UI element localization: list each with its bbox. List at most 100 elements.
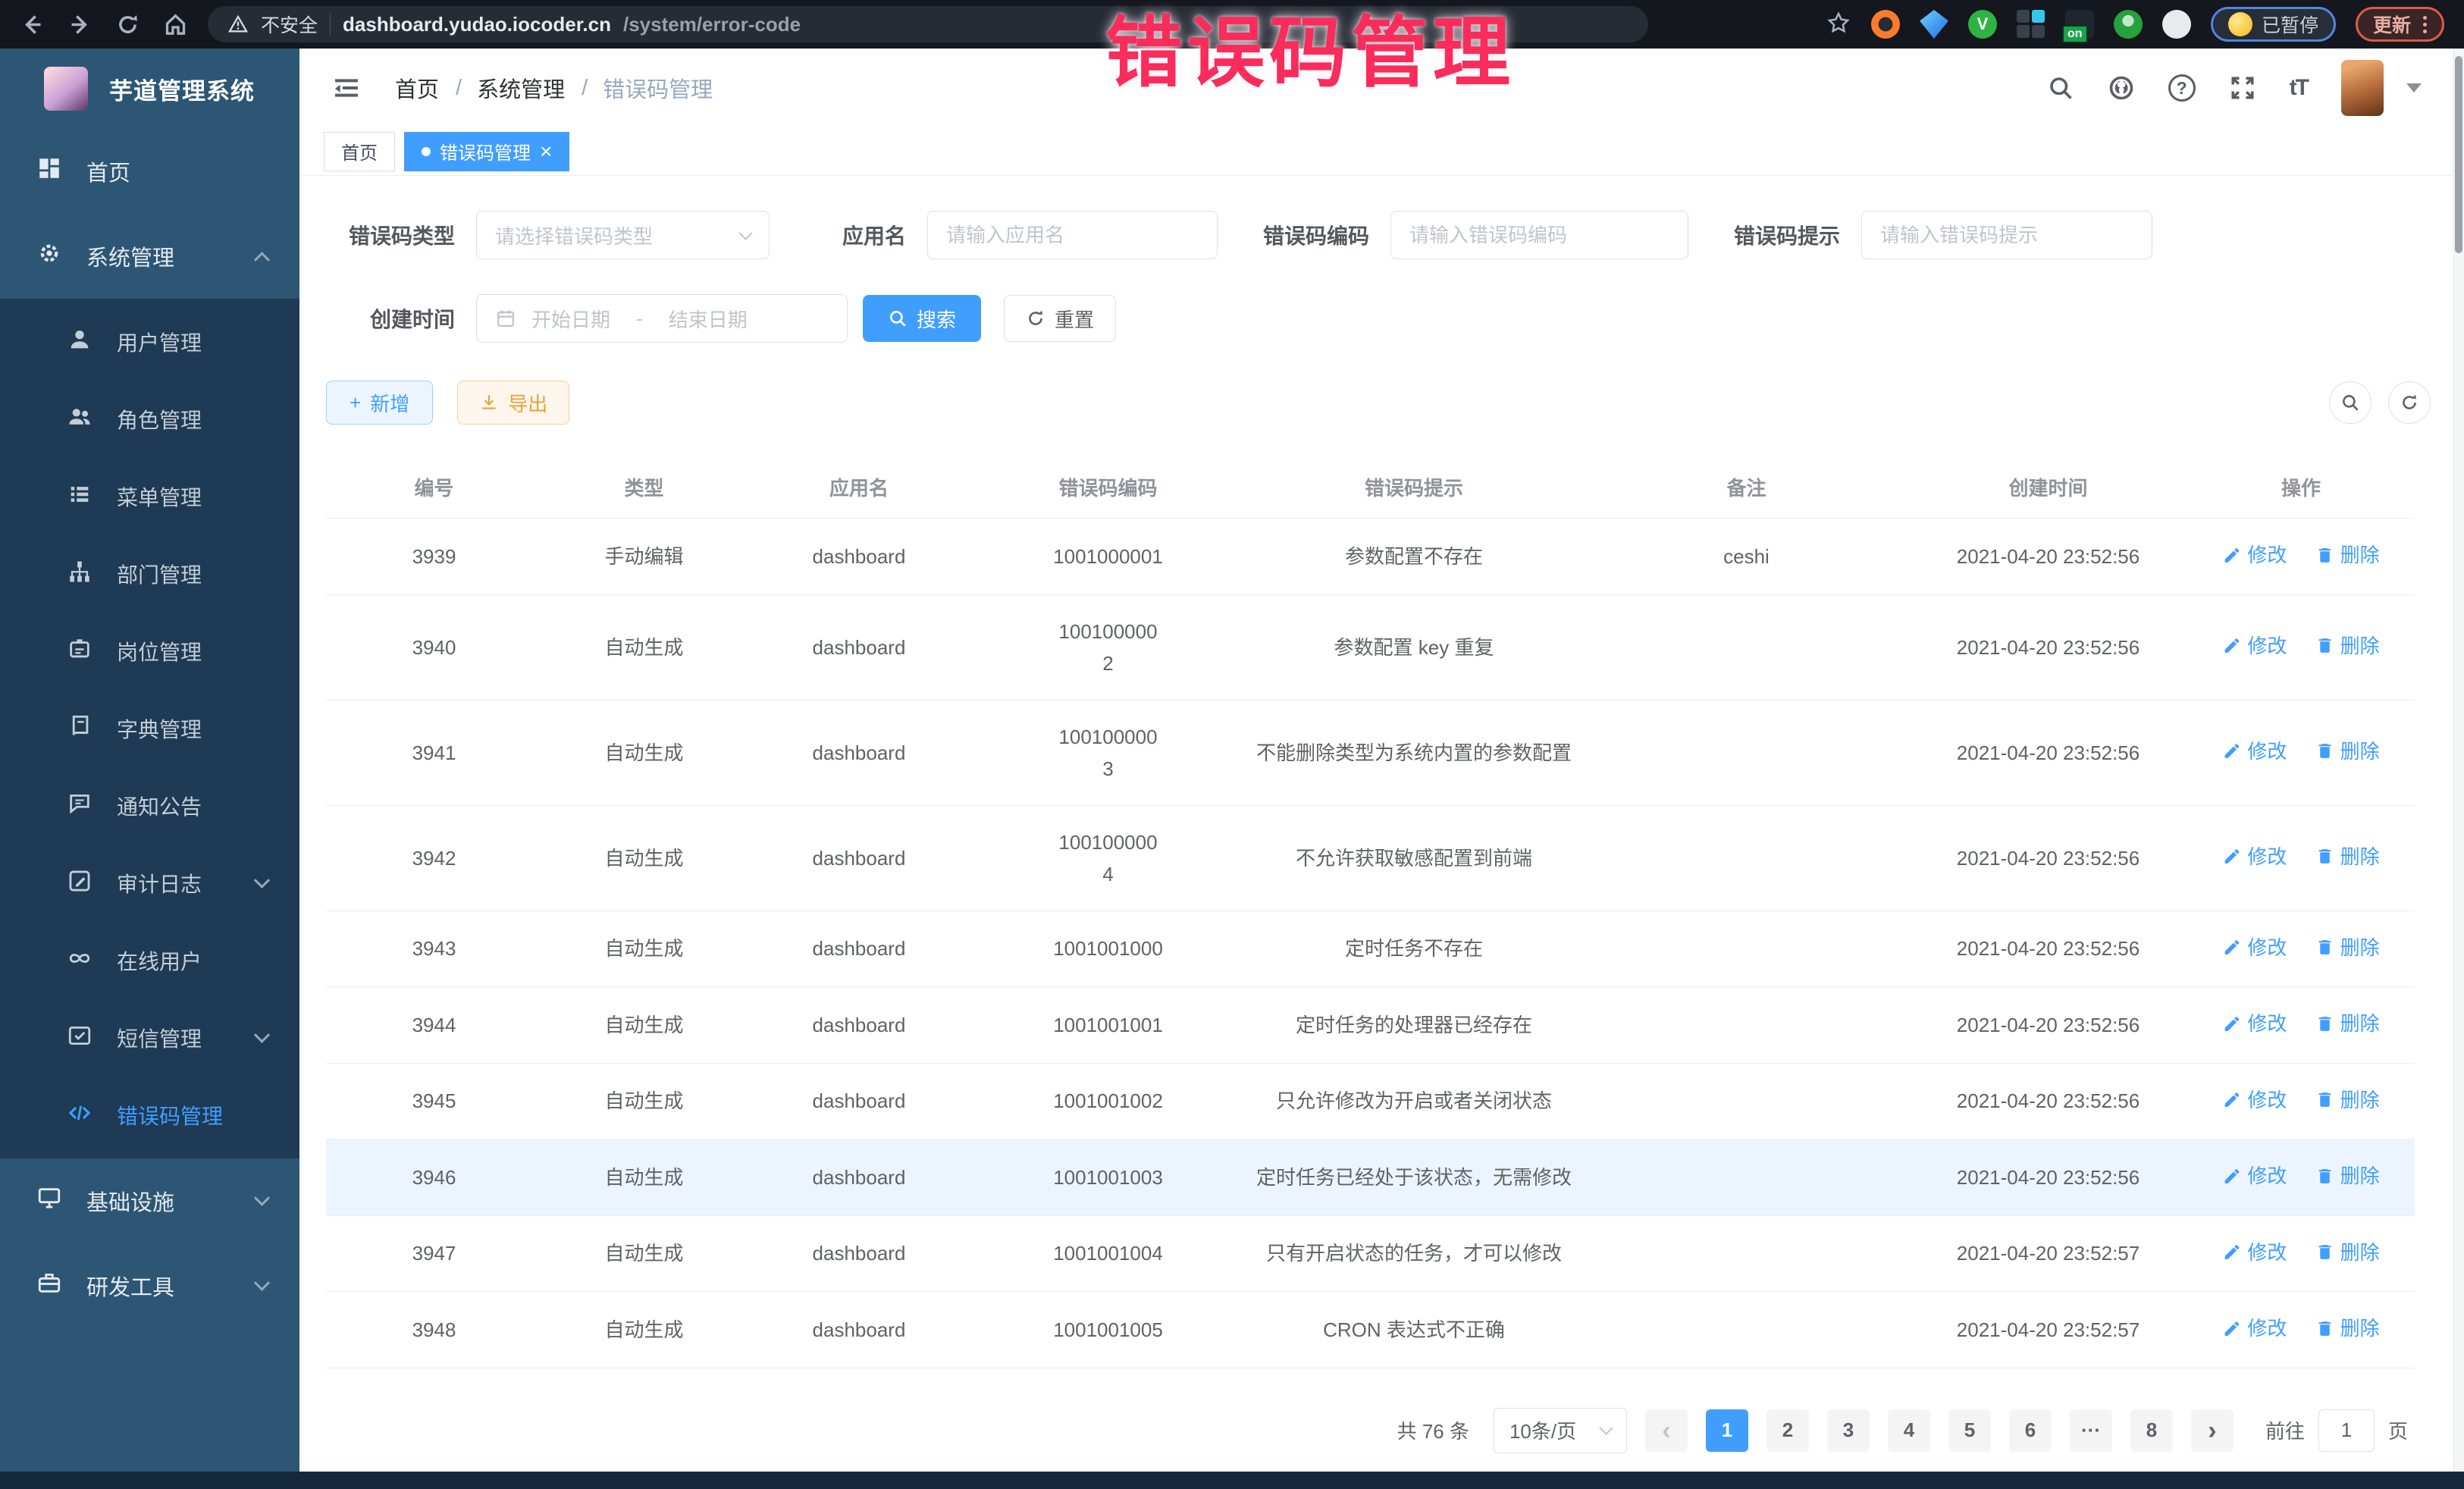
fullscreen-icon[interactable] xyxy=(2229,74,2256,102)
breadcrumb-item[interactable]: 首页 xyxy=(395,72,439,104)
extension-squares-icon[interactable] xyxy=(2017,10,2045,39)
table-row[interactable]: 3943 自动生成 dashboard 1001001000 定时任务不存在 2… xyxy=(326,911,2415,987)
col-header-time[interactable]: 创建时间 xyxy=(1909,456,2187,519)
delete-link[interactable]: 删除 xyxy=(2315,1084,2380,1116)
browser-menu-icon[interactable] xyxy=(2423,16,2427,33)
col-header-id[interactable]: 编号 xyxy=(326,456,542,519)
insecure-label[interactable]: 不安全 xyxy=(261,11,318,38)
sidebar-subitem[interactable]: 错误码管理 xyxy=(0,1077,299,1154)
table-row[interactable]: 3945 自动生成 dashboard 1001001002 只允许修改为开启或… xyxy=(326,1063,2415,1139)
next-page-button[interactable]: › xyxy=(2191,1409,2234,1452)
delete-link[interactable]: 删除 xyxy=(2315,1008,2380,1039)
table-row[interactable]: 3946 自动生成 dashboard 1001001003 定时任务已经处于该… xyxy=(326,1139,2415,1216)
search-button[interactable]: 搜索 xyxy=(863,295,981,342)
table-row[interactable]: 3947 自动生成 dashboard 1001001004 只有开启状态的任务… xyxy=(326,1215,2415,1292)
sidebar-subitem[interactable]: 菜单管理 xyxy=(0,458,299,535)
extensions-puzzle-icon[interactable] xyxy=(2162,10,2191,39)
sidebar-item[interactable]: 首页 xyxy=(0,129,299,214)
forward-icon[interactable] xyxy=(67,12,92,37)
delete-link[interactable]: 删除 xyxy=(2315,1237,2380,1268)
error-code-input[interactable] xyxy=(1390,211,1688,259)
page-number-button[interactable]: 4 xyxy=(1888,1409,1930,1452)
prev-page-button[interactable]: ‹ xyxy=(1645,1409,1688,1452)
reset-button[interactable]: 重置 xyxy=(1004,295,1116,342)
error-msg-input[interactable] xyxy=(1861,211,2152,259)
page-number-button[interactable]: 6 xyxy=(2009,1409,2052,1452)
edit-link[interactable]: 修改 xyxy=(2222,630,2287,662)
table-row[interactable]: 3939 手动编辑 dashboard 1001000001 参数配置不存在 c… xyxy=(326,519,2415,595)
sidebar-item[interactable]: 系统管理 xyxy=(0,214,299,299)
page-tab[interactable]: 首页 xyxy=(324,132,395,171)
home-icon[interactable] xyxy=(163,12,188,37)
sidebar-item[interactable]: 研发工具 xyxy=(0,1243,299,1328)
col-header-ops[interactable]: 操作 xyxy=(2187,456,2415,519)
edit-link[interactable]: 修改 xyxy=(2222,1008,2287,1039)
delete-link[interactable]: 删除 xyxy=(2315,1312,2380,1344)
col-header-app[interactable]: 应用名 xyxy=(746,456,972,519)
github-icon[interactable] xyxy=(2108,74,2135,102)
page-number-button[interactable]: 3 xyxy=(1827,1409,1870,1452)
sidebar-subitem[interactable]: 短信管理 xyxy=(0,999,299,1077)
sidebar-subitem[interactable]: 字典管理 xyxy=(0,690,299,767)
page-number-button[interactable]: 2 xyxy=(1766,1409,1809,1452)
page-size-select[interactable]: 10条/页 xyxy=(1494,1408,1627,1453)
delete-link[interactable]: 删除 xyxy=(2315,932,2380,964)
edit-link[interactable]: 修改 xyxy=(2222,1312,2287,1344)
user-avatar[interactable] xyxy=(2341,60,2384,116)
page-number-button[interactable]: 5 xyxy=(1948,1409,1991,1452)
table-row[interactable]: 3941 自动生成 dashboard 100100000 3 不能删除类型为系… xyxy=(326,700,2415,805)
edit-link[interactable]: 修改 xyxy=(2222,1237,2287,1268)
sidebar-subitem[interactable]: 部门管理 xyxy=(0,535,299,613)
help-icon[interactable]: ? xyxy=(2168,74,2196,102)
table-row[interactable]: 3942 自动生成 dashboard 100100000 4 不允许获取敏感配… xyxy=(326,805,2415,911)
delete-link[interactable]: 删除 xyxy=(2315,1160,2380,1192)
app-name-input[interactable] xyxy=(927,211,1218,259)
sidebar-item[interactable]: 基础设施 xyxy=(0,1158,299,1243)
table-row[interactable]: 3944 自动生成 dashboard 1001001001 定时任务的处理器已… xyxy=(326,987,2415,1064)
edit-link[interactable]: 修改 xyxy=(2222,735,2287,767)
breadcrumb-item[interactable]: 系统管理 xyxy=(477,72,565,104)
page-number-button[interactable]: 1 xyxy=(1706,1409,1748,1452)
edit-link[interactable]: 修改 xyxy=(2222,1160,2287,1192)
font-size-icon[interactable]: tT xyxy=(2290,75,2308,101)
table-row[interactable]: 3940 自动生成 dashboard 100100000 2 参数配置 key… xyxy=(326,594,2415,700)
goto-page-input[interactable] xyxy=(2318,1409,2375,1452)
sidebar-subitem[interactable]: 岗位管理 xyxy=(0,613,299,690)
scrollbar-thumb[interactable] xyxy=(2455,56,2462,253)
refresh-table-button[interactable] xyxy=(2388,381,2431,424)
back-icon[interactable] xyxy=(20,12,45,37)
breadcrumb-item[interactable]: 错误码管理 xyxy=(603,72,713,104)
delete-link[interactable]: 删除 xyxy=(2315,630,2380,662)
extension-v-icon[interactable]: V xyxy=(1968,10,1997,39)
sidebar-subitem[interactable]: 审计日志 xyxy=(0,845,299,922)
sidebar-subitem[interactable]: 角色管理 xyxy=(0,381,299,458)
edit-link[interactable]: 修改 xyxy=(2222,841,2287,873)
page-scrollbar[interactable] xyxy=(2453,49,2464,1472)
close-tab-icon[interactable]: × xyxy=(540,141,552,162)
app-logo-row[interactable]: 芋道管理系统 xyxy=(0,49,299,129)
date-range-picker[interactable]: 开始日期 - 结束日期 xyxy=(476,294,848,343)
page-number-button[interactable]: ··· xyxy=(2070,1409,2112,1452)
add-button[interactable]: + 新增 xyxy=(326,381,433,425)
col-header-remark[interactable]: 备注 xyxy=(1584,456,1909,519)
bookmark-star-icon[interactable] xyxy=(1826,10,1851,39)
edit-link[interactable]: 修改 xyxy=(2222,1084,2287,1116)
avatar-caret-icon[interactable] xyxy=(2406,83,2422,92)
export-button[interactable]: 导出 xyxy=(457,381,569,425)
sidebar-subitem[interactable]: 用户管理 xyxy=(0,303,299,381)
edit-link[interactable]: 修改 xyxy=(2222,539,2287,571)
sidebar-subitem[interactable]: 在线用户 xyxy=(0,922,299,999)
paused-profile-badge[interactable]: 已暂停 xyxy=(2211,7,2336,42)
extension-gem-icon[interactable] xyxy=(1920,10,1948,39)
toggle-search-button[interactable] xyxy=(2329,381,2372,424)
update-button[interactable]: 更新 xyxy=(2356,7,2444,42)
delete-link[interactable]: 删除 xyxy=(2315,735,2380,767)
delete-link[interactable]: 删除 xyxy=(2315,841,2380,873)
page-number-button[interactable]: 8 xyxy=(2130,1409,2173,1452)
extension-orange-icon[interactable] xyxy=(1871,10,1900,39)
sidebar-subitem[interactable]: 通知公告 xyxy=(0,767,299,845)
page-tab[interactable]: 错误码管理 × xyxy=(404,132,569,171)
col-header-type[interactable]: 类型 xyxy=(542,456,746,519)
error-type-select[interactable]: 请选择错误码类型 xyxy=(476,211,770,259)
col-header-msg[interactable]: 错误码提示 xyxy=(1244,456,1584,519)
